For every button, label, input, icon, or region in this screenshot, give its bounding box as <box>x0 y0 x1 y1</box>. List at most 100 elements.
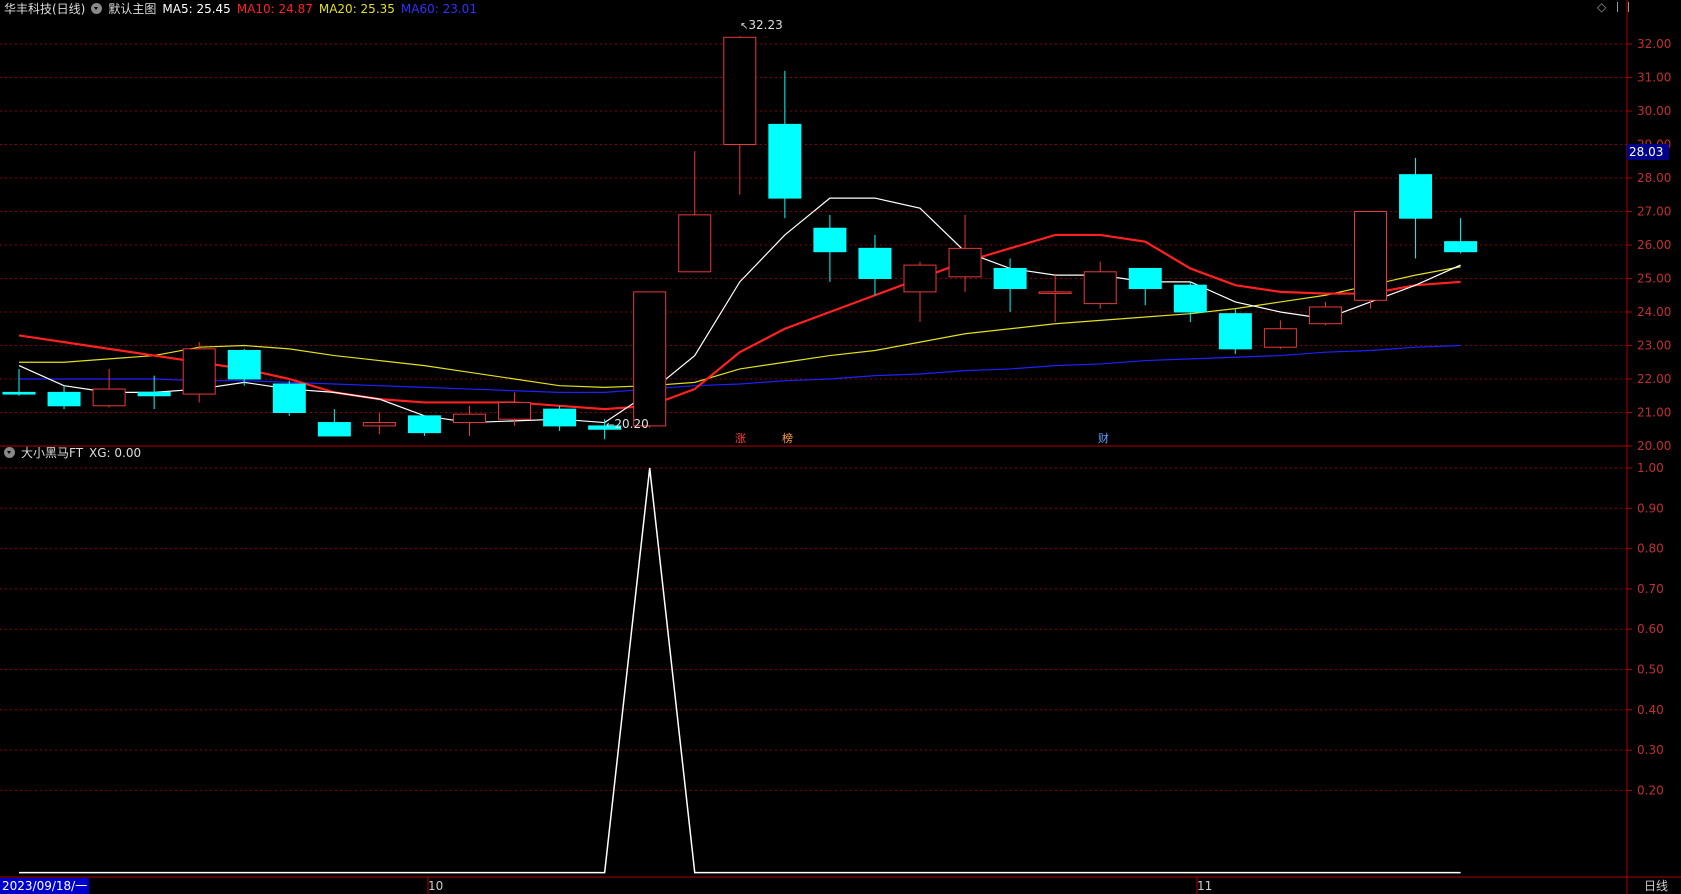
candle-body <box>362 422 396 427</box>
candle[interactable] <box>1399 157 1433 259</box>
candle-body <box>272 383 306 413</box>
indicator-header: 大小黑马FT XG: 0.00 <box>4 444 141 461</box>
limit-up-tag[interactable]: 涨 <box>735 430 746 446</box>
candle[interactable] <box>1308 301 1342 326</box>
candle-body <box>1218 313 1252 350</box>
candle[interactable] <box>453 405 486 436</box>
price-tick-label: 23.00 <box>1637 339 1671 353</box>
candle-body <box>993 267 1027 290</box>
diamond-icon[interactable]: ◇ <box>1597 0 1606 14</box>
candle-body <box>137 391 171 397</box>
candle[interactable] <box>903 261 937 323</box>
chevron-down-icon[interactable] <box>4 447 15 458</box>
candle-body <box>2 391 36 395</box>
price-tick-label: 21.00 <box>1637 406 1671 420</box>
candle-body <box>1128 267 1162 290</box>
indicator-name[interactable]: 大小黑马FT <box>21 444 83 461</box>
candle[interactable] <box>47 385 81 410</box>
price-tick-label: 24.00 <box>1637 305 1671 319</box>
price-tick-label: 26.00 <box>1637 238 1671 252</box>
candle[interactable] <box>1263 320 1297 349</box>
indicator-xg-line <box>19 467 1461 874</box>
candle-body <box>678 214 712 273</box>
candle[interactable] <box>1354 211 1387 309</box>
candle[interactable] <box>633 291 667 428</box>
candle-body <box>768 123 802 199</box>
candle-body <box>813 227 847 253</box>
price-tick-label: 27.00 <box>1637 205 1671 219</box>
finance-tag[interactable]: 财 <box>1098 430 1109 446</box>
candle[interactable] <box>92 368 126 408</box>
indicator-tick-label: 0.20 <box>1637 783 1664 797</box>
candle-body <box>948 247 982 278</box>
ma5-value: MA5: 25.45 <box>162 1 231 16</box>
candle[interactable] <box>1444 218 1478 254</box>
candle-body <box>1038 291 1072 294</box>
candle[interactable] <box>1083 261 1117 309</box>
candle[interactable] <box>543 405 577 431</box>
candle-body <box>182 348 216 395</box>
month-october-label: 10 <box>428 879 444 893</box>
indicator-tick-label: 0.30 <box>1637 743 1664 757</box>
candle-body <box>317 422 351 437</box>
indicator-tick-label: 0.90 <box>1637 501 1664 515</box>
price-tick-label: 30.00 <box>1637 104 1671 118</box>
candle-body <box>723 36 757 145</box>
main-chart-selector[interactable]: 默认主图 <box>108 0 156 17</box>
period-selector[interactable]: 日线 <box>1644 878 1668 894</box>
candle[interactable] <box>993 258 1027 312</box>
price-tick-label: 32.00 <box>1637 37 1671 51</box>
indicator-tick-label: 0.80 <box>1637 542 1664 556</box>
candle[interactable] <box>1128 267 1162 306</box>
candle-body <box>1263 328 1297 348</box>
indicator-tick-label: 0.50 <box>1637 663 1664 677</box>
scroll-toggle-icon[interactable] <box>1617 2 1629 12</box>
candle-body <box>407 415 441 434</box>
date-cursor-label: 2023/09/18/一 <box>0 878 90 894</box>
candle[interactable] <box>1218 308 1252 354</box>
candle-body <box>498 401 532 420</box>
candle-body <box>1444 241 1478 253</box>
candle[interactable] <box>2 368 36 396</box>
indicator-tick-label: 1.00 <box>1637 461 1664 475</box>
candle[interactable] <box>272 380 306 416</box>
price-tick-label: 28.00 <box>1637 171 1671 185</box>
indicator-tick-label: 0.40 <box>1637 703 1664 717</box>
candle[interactable] <box>948 214 982 292</box>
candle-body <box>1354 211 1387 301</box>
candle[interactable] <box>317 409 351 437</box>
candle[interactable] <box>858 234 892 296</box>
chart-canvas[interactable]: 32.0031.0030.0029.0028.0027.0026.0025.00… <box>0 0 1681 894</box>
indicator-xg-value: XG: 0.00 <box>89 445 142 460</box>
candle-body <box>903 264 937 293</box>
price-tick-label: 22.00 <box>1637 372 1671 386</box>
price-tick-label: 25.00 <box>1637 272 1671 286</box>
candle[interactable] <box>137 375 171 410</box>
ma5-line <box>18 197 1461 424</box>
main-header: 华丰科技(日线) 默认主图 MA5: 25.45 MA10: 24.87 MA2… <box>4 0 477 17</box>
candle[interactable] <box>768 70 802 219</box>
ma10-value: MA10: 24.87 <box>236 1 313 16</box>
candle-body <box>633 291 667 427</box>
candle[interactable] <box>1173 281 1207 323</box>
low-price-label: ←20.20 <box>606 417 649 431</box>
indicator-tick-label: 0.60 <box>1637 622 1664 636</box>
candle-body <box>1083 271 1117 305</box>
price-tick-label: 20.00 <box>1637 439 1671 453</box>
candle-body <box>227 350 261 380</box>
candle-body <box>1399 174 1433 219</box>
candle-body <box>858 247 892 280</box>
candle[interactable] <box>1038 275 1072 323</box>
candle[interactable] <box>362 412 396 435</box>
candle[interactable] <box>723 36 757 195</box>
candle-body <box>1308 306 1342 325</box>
ranking-tag[interactable]: 榜 <box>782 430 793 446</box>
indicator-tick-label: 0.70 <box>1637 582 1664 596</box>
candle[interactable] <box>407 415 441 436</box>
candle-body <box>1173 284 1207 313</box>
stock-name[interactable]: 华丰科技(日线) <box>4 0 85 17</box>
moving-average-lines <box>18 197 1461 424</box>
candle[interactable] <box>813 214 847 282</box>
candle[interactable] <box>182 342 216 403</box>
chevron-down-icon[interactable] <box>91 3 103 14</box>
